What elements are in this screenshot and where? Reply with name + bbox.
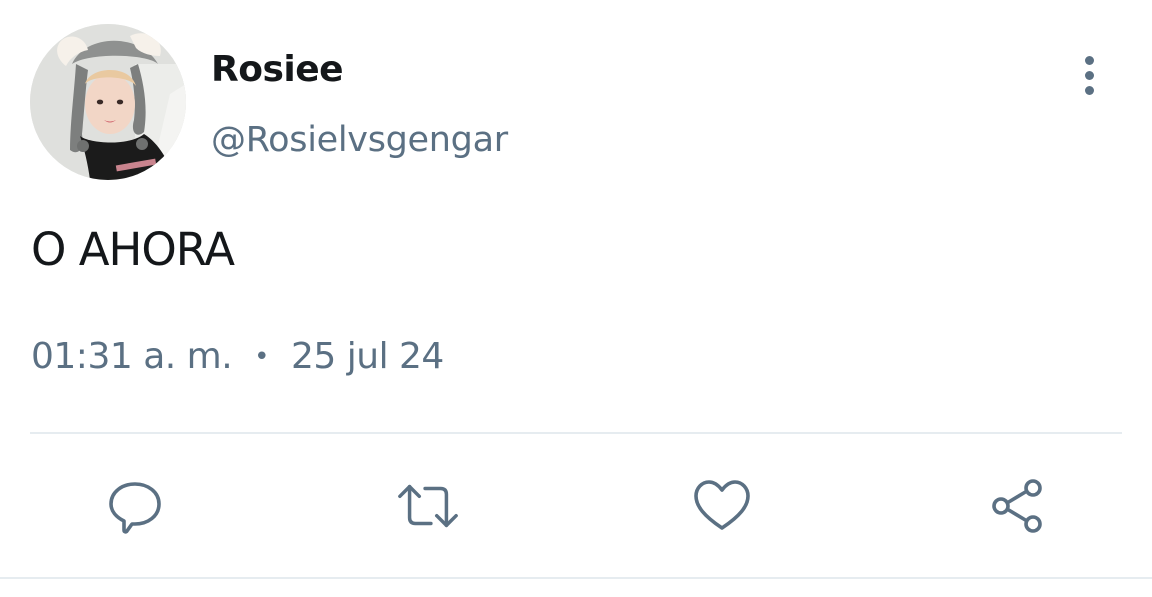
avatar[interactable] [30,24,186,180]
like-button[interactable] [690,474,754,538]
more-vertical-icon [1084,55,1094,65]
share-button[interactable] [985,474,1049,538]
tweet-text: O AHORA [31,223,235,276]
meta-separator: • [254,342,269,372]
tweet-time: 01:31 a. m. [31,336,233,377]
heart-icon [694,480,750,530]
tweet-timestamp[interactable]: 01:31 a. m. • 25 jul 24 [31,334,444,380]
tweet-card: Rosiee @Rosielvsgengar O AHORA 01:31 a. … [0,0,1152,597]
tweet-date: 25 jul 24 [291,336,444,377]
reply-button[interactable] [103,474,167,538]
share-icon [992,479,1042,533]
author-display-name[interactable]: Rosiee [211,48,344,92]
more-vertical-icon-dot [1084,85,1094,95]
avatar-photo-icon [30,24,186,180]
divider [30,432,1122,434]
more-options-button[interactable] [1068,50,1110,100]
author-handle[interactable]: @Rosielvsgengar [211,118,508,162]
more-vertical-icon-dot [1084,70,1094,80]
retweet-button[interactable] [396,474,460,538]
retweet-icon [398,484,458,528]
bottom-divider [0,577,1152,579]
reply-icon [109,482,161,534]
